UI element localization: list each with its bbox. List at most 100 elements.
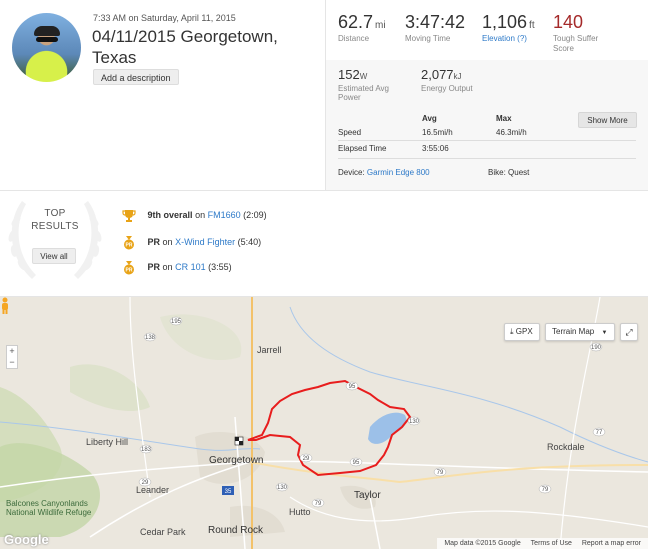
elevation-value: 1,106 <box>482 12 528 32</box>
map-type-dropdown[interactable]: Terrain Map ▼ <box>545 323 615 341</box>
segment-link-x-wind-fighter[interactable]: X-Wind Fighter <box>175 237 235 247</box>
secondary-stats: 152W Estimated Avg Power 2,077kJ Energy … <box>326 60 648 190</box>
power-unit: W <box>359 72 368 81</box>
stat-elevation: 1,106 ft Elevation (?) <box>482 12 535 43</box>
device-label: Device: <box>338 168 365 177</box>
route-map[interactable]: 195 138 183 29 95 95 130 79 29 190 77 79… <box>0 297 648 549</box>
achievement-time: (2:09) <box>243 210 267 220</box>
place-label: Cedar Park <box>140 527 186 537</box>
power-label-2: Power <box>338 93 361 102</box>
elevation-help-link[interactable]: (?) <box>517 34 527 43</box>
power-label-1: Estimated Avg <box>338 84 389 93</box>
energy-label: Energy Output <box>421 84 473 93</box>
terms-link[interactable]: Terms of Use <box>531 540 572 547</box>
fullscreen-icon: ⤢ <box>625 327 633 337</box>
map-footer: Map data ©2015 Google Terms of Use Repor… <box>437 538 648 549</box>
moving-time-label: Moving Time <box>405 34 451 43</box>
achievement-rank: PR <box>147 262 161 272</box>
add-description-button[interactable]: Add a description <box>93 69 179 85</box>
zoom-out-button[interactable]: − <box>7 357 17 368</box>
achievement-rank: PR <box>147 237 161 247</box>
achievement-on: on <box>162 237 173 247</box>
place-label: Leander <box>136 485 170 495</box>
road-shield: 190 <box>591 345 602 351</box>
device-link[interactable]: Garmin Edge 800 <box>367 168 430 177</box>
achievement-on: on <box>162 262 173 272</box>
gpx-download-button[interactable]: ⤓ GPX <box>504 323 540 341</box>
device-divider <box>338 158 636 159</box>
road-shield: 130 <box>277 485 288 491</box>
elevation-unit: ft <box>529 20 535 31</box>
place-label: Balcones Canyonlands National Wildlife R… <box>6 499 91 517</box>
bike-row: Bike: Quest <box>488 168 529 177</box>
fullscreen-button[interactable]: ⤢ <box>620 323 638 341</box>
speed-label: Speed <box>338 128 362 137</box>
road-shield: 79 <box>437 470 444 476</box>
laurel-wreath-icon <box>8 201 102 279</box>
activity-header: 7:33 AM on Saturday, April 11, 2015 04/1… <box>0 0 325 190</box>
svg-text:PR: PR <box>126 267 133 273</box>
show-more-button[interactable]: Show More <box>578 112 637 128</box>
athlete-avatar[interactable] <box>12 13 81 82</box>
segment-link-fm1660[interactable]: FM1660 <box>208 210 241 220</box>
road-shield: 29 <box>303 456 310 462</box>
primary-stats: 62.7 mi Distance 3:47:42 Moving Time 1,10… <box>326 0 648 60</box>
achievement-item: PR PR on X-Wind Fighter (5:40) <box>122 234 261 250</box>
bike-label: Bike: <box>488 168 506 177</box>
place-label: Rockdale <box>547 442 585 452</box>
elapsed-time-value: 3:55:06 <box>422 144 449 153</box>
zoom-in-button[interactable]: + <box>7 346 17 357</box>
pr-medal-icon: PR <box>124 235 134 250</box>
distance-value: 62.7 <box>338 12 374 32</box>
top-results-title: TOP RESULTS <box>18 207 92 233</box>
energy-unit: kJ <box>453 72 462 81</box>
map-data-text: Map data ©2015 Google <box>444 540 521 547</box>
road-shield: 183 <box>141 447 152 453</box>
helmet-shape <box>34 26 60 36</box>
zoom-control: + − <box>6 345 18 369</box>
distance-label: Distance <box>338 34 370 43</box>
road-shield: 138 <box>145 335 156 341</box>
elevation-label-link[interactable]: Elevation <box>482 34 515 43</box>
road-shield: 79 <box>315 501 322 507</box>
achievement-item: 9th overall on FM1660 (2:09) <box>122 207 267 223</box>
activity-title: 04/11/2015 Georgetown, Texas <box>92 27 278 67</box>
road-shield: 130 <box>409 419 420 425</box>
place-label: Georgetown <box>209 455 264 466</box>
energy-value: 2,077 <box>421 67 454 82</box>
street-view-pegman-icon[interactable] <box>0 297 10 315</box>
balcones-line2: National Wildlife Refuge <box>6 508 92 517</box>
achievement-rank: 9th overall <box>147 210 193 220</box>
table-header-max: Max <box>496 114 512 123</box>
map-type-label: Terrain Map <box>552 327 595 336</box>
activity-datetime: 7:33 AM on Saturday, April 11, 2015 <box>93 13 236 23</box>
road-shield: 95 <box>353 460 360 466</box>
moving-time-value: 3:47:42 <box>405 12 466 32</box>
achievement-time: (5:40) <box>237 237 262 247</box>
view-all-button[interactable]: View all <box>32 248 76 264</box>
table-divider <box>338 140 636 141</box>
suffer-score-label-2: Score <box>553 44 574 53</box>
stat-power: 152W Estimated Avg Power <box>338 66 389 102</box>
pr-medal-icon: PR <box>124 260 134 275</box>
power-value: 152 <box>338 67 360 82</box>
place-label: Jarrell <box>257 345 282 355</box>
stat-moving-time: 3:47:42 Moving Time <box>405 12 465 43</box>
stat-energy: 2,077kJ Energy Output <box>421 66 473 93</box>
achievement-on: on <box>195 210 206 220</box>
download-icon: ⤓ <box>510 327 514 336</box>
top-results-title-line2: RESULTS <box>31 221 79 232</box>
device-row: Device: Garmin Edge 800 <box>338 168 430 177</box>
report-map-error-link[interactable]: Report a map error <box>582 540 641 547</box>
distance-unit: mi <box>375 20 386 31</box>
road-shield: 77 <box>596 430 603 436</box>
road-shield: 95 <box>349 384 356 390</box>
bike-value: Quest <box>508 168 530 177</box>
balcones-line1: Balcones Canyonlands <box>6 499 88 508</box>
road-shield: 35 <box>225 489 232 495</box>
road-shield: 195 <box>171 319 182 325</box>
stat-suffer-score[interactable]: 140 Tough Suffer Score <box>553 12 598 53</box>
gpx-label: GPX <box>515 327 533 336</box>
place-label: Taylor <box>354 490 381 501</box>
segment-link-cr-101[interactable]: CR 101 <box>175 262 206 272</box>
